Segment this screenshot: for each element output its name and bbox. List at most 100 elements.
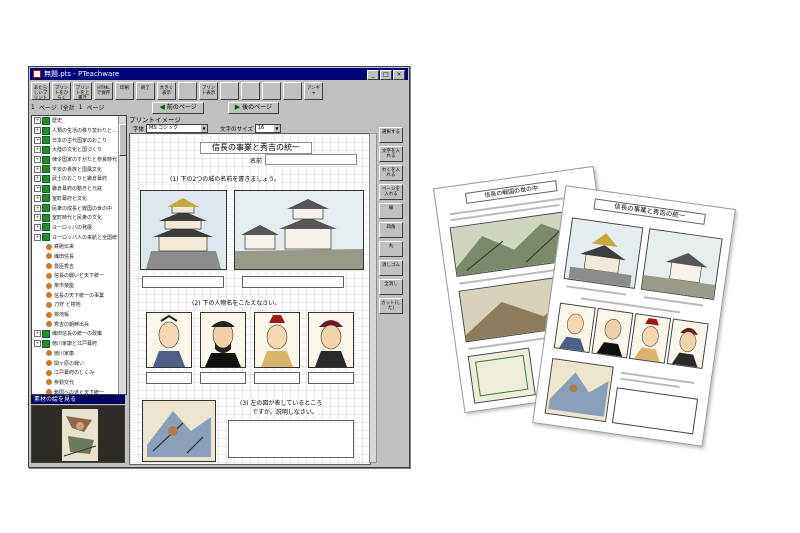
expand-icon[interactable]: +: [34, 214, 41, 222]
font-select[interactable]: MS ゴシック ▼: [146, 124, 209, 133]
expand-icon[interactable]: +: [34, 127, 41, 135]
tree-item[interactable]: 鉄砲伝来: [32, 242, 126, 252]
circle-tool-button[interactable]: 丸: [379, 241, 403, 257]
expand-icon[interactable]: +: [34, 156, 41, 164]
tree-item[interactable]: 信長の天下統一の事業: [32, 290, 126, 300]
expand-icon[interactable]: +: [34, 136, 41, 144]
tree-item[interactable]: + 日本の古代国家のおこり: [32, 135, 126, 145]
tree-item[interactable]: + 織田信長の統一の政策: [32, 329, 126, 339]
answer-box-castle-1[interactable]: [142, 276, 224, 288]
maximize-button[interactable]: □: [380, 70, 392, 80]
question-2[interactable]: (2) 下の人物名をこたえなさい。: [192, 298, 281, 307]
question-1[interactable]: (1) 下の2つの城の名前を書きましょう。: [170, 174, 280, 183]
help-button[interactable]: アンギャ: [304, 82, 323, 100]
tree-scrollbar[interactable]: [118, 116, 126, 394]
toolbar-disabled-button-1[interactable]: [178, 82, 197, 100]
answer-box-portrait-4[interactable]: [308, 372, 354, 384]
tree-item[interactable]: 信長の戦いと天下統一: [32, 271, 126, 281]
preview-scrollbar[interactable]: [369, 133, 377, 463]
portrait-2[interactable]: [200, 312, 246, 368]
tree-item[interactable]: 織田信長: [32, 252, 126, 262]
close-button[interactable]: ×: [393, 70, 405, 80]
tree-item[interactable]: + 民衆の成長と戦国の世の中: [32, 203, 126, 213]
expand-icon[interactable]: +: [34, 146, 41, 154]
tree-item[interactable]: + 武士のおこりと鎌倉幕府: [32, 174, 126, 184]
tree-item[interactable]: + 律令国家のすがたと奈良時代: [32, 155, 126, 165]
question-3-line-1[interactable]: (3) 左の図が表しているところ: [240, 398, 323, 407]
answer-box-portrait-1[interactable]: [146, 372, 192, 384]
expand-icon[interactable]: +: [34, 340, 41, 348]
expand-icon[interactable]: +: [34, 233, 41, 241]
text-tool-button[interactable]: 文字を入れる: [379, 146, 403, 162]
prev-page-button[interactable]: ◀ 前のページ: [152, 101, 204, 114]
answer-box-castle-2[interactable]: [242, 276, 344, 288]
tree-item[interactable]: + 人類の生活の移り変わりと...: [32, 126, 126, 136]
toolbar-disabled-button-5[interactable]: [283, 82, 302, 100]
zoom-button[interactable]: 大きく表示: [157, 82, 176, 100]
tree-item[interactable]: + 鎌倉幕府の動きと元寇: [32, 184, 126, 194]
cut-button[interactable]: カット(した): [379, 298, 403, 314]
answer-box-portrait-3[interactable]: [254, 372, 300, 384]
portrait-4[interactable]: [308, 312, 354, 368]
tree-item[interactable]: 楽市楽座: [32, 281, 126, 291]
rect-tool-button[interactable]: 四角: [379, 222, 403, 238]
answer-box-portrait-2[interactable]: [200, 372, 246, 384]
next-page-button[interactable]: ▶ 後のページ: [227, 101, 279, 114]
answer-box-explanation[interactable]: [228, 420, 354, 458]
expand-icon[interactable]: +: [34, 223, 41, 231]
tree-item[interactable]: + 室町幕府と文化: [32, 194, 126, 204]
save-html-button[interactable]: HTMLで保存: [94, 82, 113, 100]
size-select[interactable]: 16 ▼: [254, 124, 281, 133]
question-3-line-2[interactable]: ですか。説明しなさい。: [252, 407, 318, 416]
tree-item[interactable]: + ヨーロッパの発展: [32, 223, 126, 233]
tree-item[interactable]: + 室町時代と民衆の文化: [32, 213, 126, 223]
tree-item[interactable]: 江戸幕府のしくみ: [32, 368, 126, 378]
print-button[interactable]: 印刷: [115, 82, 134, 100]
toolbar-disabled-button-2[interactable]: [220, 82, 239, 100]
minimize-button[interactable]: _: [367, 70, 379, 80]
tree-item[interactable]: + 歴史: [32, 116, 126, 126]
select-tool-button[interactable]: 選択する: [379, 127, 403, 143]
worksheet-preview[interactable]: 信長の事業と秀吉の統一 名前 (1) 下の2つの城の名前を書きましょう。 (2)…: [129, 133, 371, 465]
tree-item[interactable]: 参勤交代: [32, 378, 126, 388]
tree-item[interactable]: 豊臣秀吉: [32, 261, 126, 271]
print-view-button[interactable]: プリント表示: [199, 82, 218, 100]
battle-picture[interactable]: [142, 400, 216, 462]
frame-tool-button[interactable]: わくを入れる: [379, 165, 403, 181]
expand-icon[interactable]: +: [34, 185, 41, 193]
tree-item[interactable]: 鎖国への道と天下統一: [32, 387, 126, 394]
line-tool-button[interactable]: 線: [379, 203, 403, 219]
tree-item[interactable]: + 平安の貴族と国風文化: [32, 164, 126, 174]
tree-item[interactable]: 秀吉の朝鮮出兵: [32, 319, 126, 329]
expand-icon[interactable]: +: [34, 330, 41, 338]
clear-all-button[interactable]: 全消し: [379, 279, 403, 295]
open-print-button[interactable]: プリントをひらく: [52, 82, 71, 100]
material-tree[interactable]: + 歴史 + 人類の生活の移り変わりと... + 日本の古代国家のおこり + 大陸の文化と国づ…: [31, 115, 127, 395]
toolbar-disabled-button-3[interactable]: [241, 82, 260, 100]
worksheet-title[interactable]: 信長の事業と秀吉の統一: [200, 142, 312, 154]
overwrite-print-button[interactable]: プリントを上書き: [73, 82, 92, 100]
page-tool-button[interactable]: ページを入れる: [379, 184, 403, 200]
castle-picture-2[interactable]: [234, 190, 364, 270]
expand-icon[interactable]: +: [34, 204, 41, 212]
tree-item[interactable]: 関ヶ原の戦い: [32, 358, 126, 368]
exit-button[interactable]: 終了: [136, 82, 155, 100]
expand-icon[interactable]: +: [34, 165, 41, 173]
expand-icon[interactable]: +: [34, 175, 41, 183]
portrait-1[interactable]: [146, 312, 192, 368]
tree-item[interactable]: + ヨーロッパ人の来航と全国統一: [32, 232, 126, 242]
tree-item[interactable]: 徳川家康: [32, 349, 126, 359]
tree-item[interactable]: 検地帳: [32, 310, 126, 320]
castle-picture-1[interactable]: [140, 190, 227, 270]
name-box[interactable]: [265, 154, 357, 165]
expand-icon[interactable]: +: [34, 117, 41, 125]
portrait-3[interactable]: [254, 312, 300, 368]
tree-item[interactable]: + 徳川家康と江戸幕府: [32, 339, 126, 349]
new-print-button[interactable]: あたらしいプリント: [31, 82, 50, 100]
expand-icon[interactable]: +: [34, 194, 41, 202]
tree-scroll-thumb[interactable]: [119, 124, 126, 156]
eraser-tool-button[interactable]: 消しゴム: [379, 260, 403, 276]
toolbar-disabled-button-4[interactable]: [262, 82, 281, 100]
tree-item[interactable]: + 大陸の文化と国づくり: [32, 145, 126, 155]
tree-item[interactable]: 刀狩 と検地: [32, 300, 126, 310]
